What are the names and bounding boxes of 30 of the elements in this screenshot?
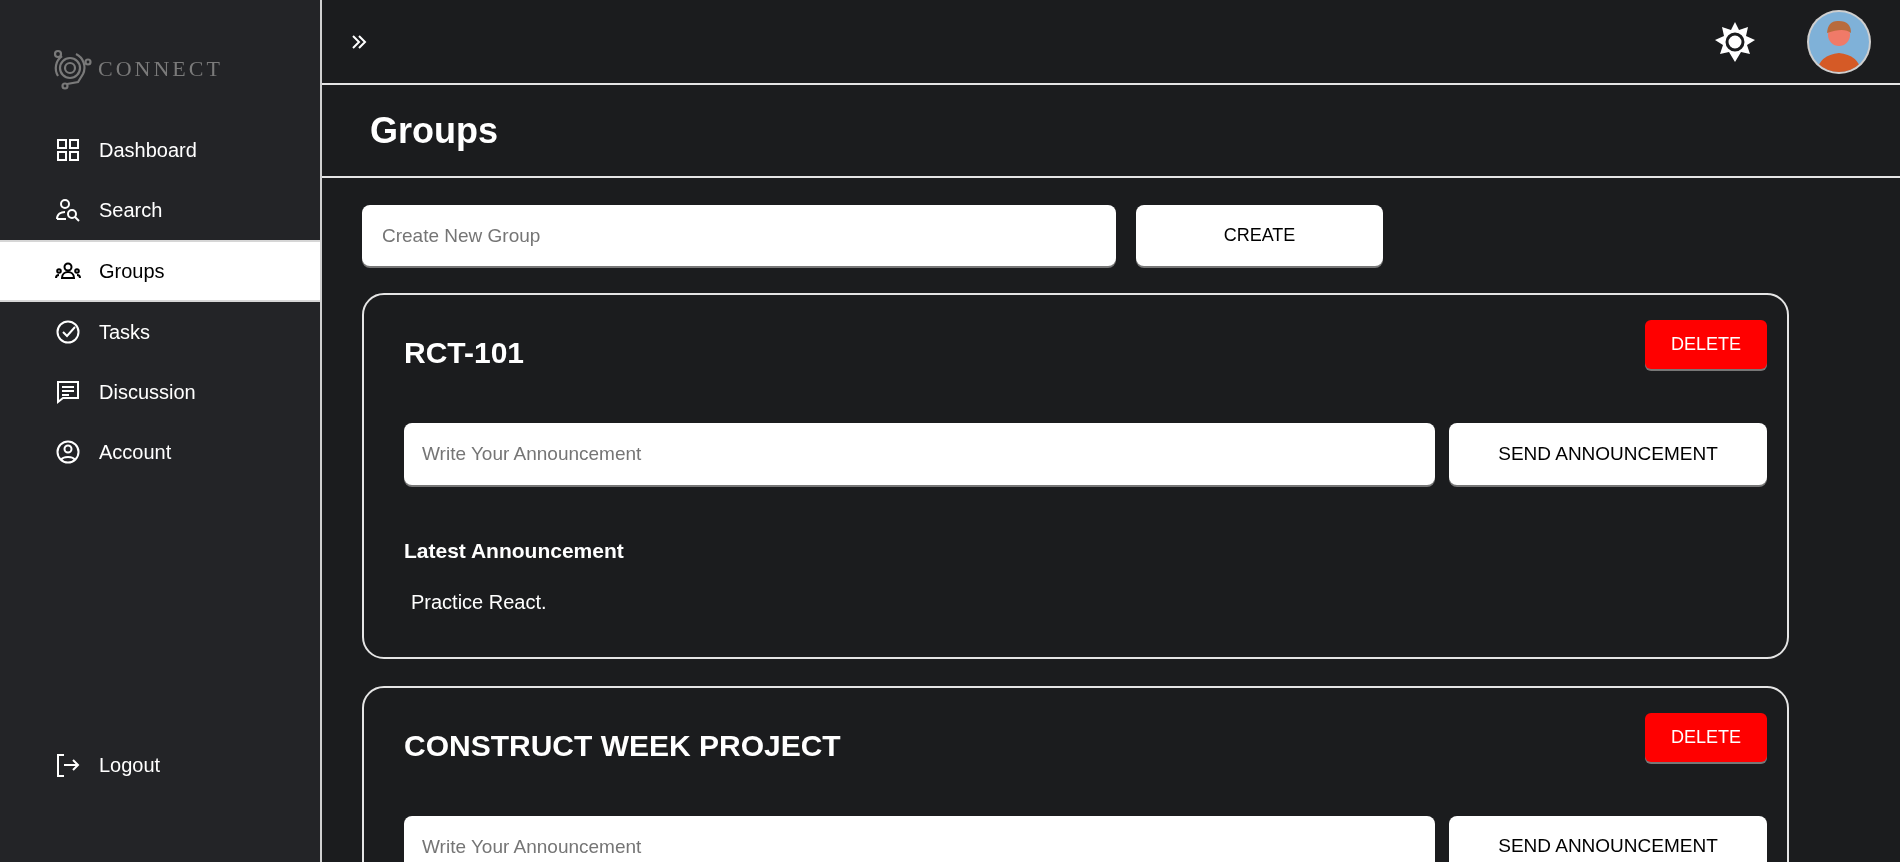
announcement-text: Practice React. — [411, 589, 548, 615]
latest-announcement-heading: Latest Announcement — [404, 538, 625, 564]
group-name: RCT-101 — [404, 335, 525, 371]
sidebar-item[interactable]: Groups — [0, 240, 320, 302]
user-circle-icon — [55, 439, 81, 465]
announcement-field[interactable]: Write Your Announcement — [404, 815, 1435, 862]
sidebar-item[interactable]: Dashboard — [0, 120, 320, 180]
page-title: Groups — [370, 108, 498, 153]
create-group-field[interactable]: Create New Group — [362, 205, 1116, 266]
chat-icon — [55, 379, 81, 405]
expand-icon[interactable] — [350, 32, 368, 51]
send-announcement-button[interactable]: SEND ANNOUNCEMENT — [1449, 815, 1767, 862]
send-announcement-button[interactable]: SEND ANNOUNCEMENT — [1449, 423, 1767, 485]
sidebar-item[interactable]: Account — [0, 422, 320, 482]
sidebar-item[interactable]: Discussion — [0, 362, 320, 422]
logout-link[interactable]: Logout — [99, 750, 161, 780]
avatar[interactable] — [1806, 8, 1872, 75]
brand-name: CONNECT — [98, 54, 223, 83]
user-search-icon — [55, 197, 81, 223]
delete-button[interactable]: DELETE — [1645, 320, 1767, 369]
announcement-field[interactable]: Write Your Announcement — [404, 423, 1435, 485]
brightness-icon[interactable] — [1714, 20, 1756, 63]
logout-icon[interactable] — [55, 752, 81, 778]
group-name: CONSTRUCT WEEK PROJECT — [404, 727, 841, 764]
delete-button[interactable]: DELETE — [1645, 712, 1767, 762]
dashboard-icon — [55, 137, 81, 163]
create-button[interactable]: CREATE — [1136, 205, 1383, 266]
sidebar-item[interactable]: Tasks — [0, 302, 320, 362]
sidebar-item[interactable]: Search — [0, 180, 320, 240]
check-circle-icon — [55, 319, 81, 345]
